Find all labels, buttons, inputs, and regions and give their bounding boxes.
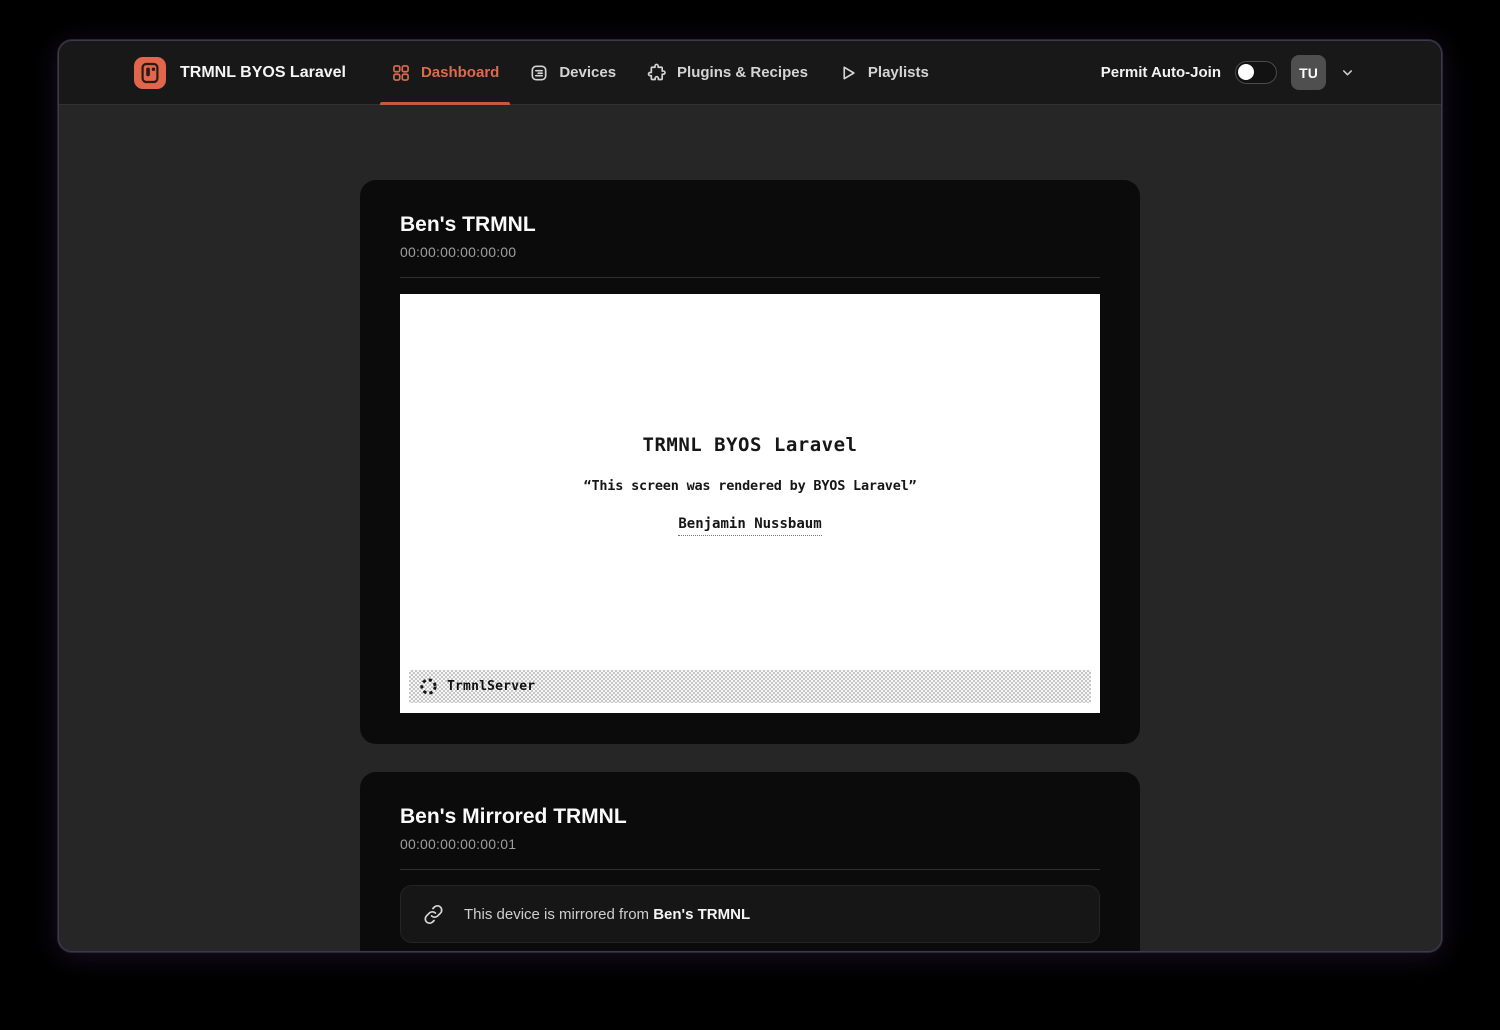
screen-status-bar: TrmnlServer [409, 670, 1091, 703]
device-card-bens-mirrored-trmnl: Ben's Mirrored TRMNL 00:00:00:00:00:01 T… [360, 772, 1140, 952]
nav-item-playlists[interactable]: Playlists [823, 41, 944, 105]
dashboard-content: Ben's TRMNL 00:00:00:00:00:00 TRMNL BYOS… [59, 105, 1441, 952]
top-navbar: TRMNL BYOS Laravel Dashboard [59, 41, 1441, 105]
screen-status-label: TrmnlServer [447, 679, 535, 694]
mirror-source-name: Ben's TRMNL [653, 906, 750, 923]
dashboard-grid-icon [391, 63, 411, 83]
device-screen-preview: TRMNL BYOS Laravel “This screen was rend… [400, 294, 1100, 713]
screen-title: TRMNL BYOS Laravel [400, 434, 1100, 456]
device-name: Ben's TRMNL [400, 213, 1100, 237]
mirror-notice: This device is mirrored from Ben's TRMNL [400, 885, 1100, 943]
device-mac-address: 00:00:00:00:00:01 [400, 836, 1100, 852]
app-logo-icon [134, 57, 166, 89]
app-title: TRMNL BYOS Laravel [180, 64, 346, 82]
avatar-initials: TU [1299, 65, 1318, 81]
nav-item-label: Plugins & Recipes [677, 64, 808, 81]
device-name: Ben's Mirrored TRMNL [400, 805, 1100, 829]
puzzle-piece-icon [646, 62, 667, 83]
user-avatar[interactable]: TU [1291, 55, 1326, 90]
nav-item-devices[interactable]: Devices [514, 41, 631, 105]
desktop-background: TRMNL BYOS Laravel Dashboard [0, 0, 1500, 1030]
toggle-knob [1238, 64, 1254, 80]
permit-auto-join-toggle[interactable] [1235, 61, 1277, 84]
chevron-down-icon[interactable] [1340, 65, 1355, 80]
link-icon [422, 903, 445, 926]
app-window: TRMNL BYOS Laravel Dashboard [58, 40, 1442, 952]
nav-item-plugins-recipes[interactable]: Plugins & Recipes [631, 41, 823, 105]
screen-author-row: Benjamin Nussbaum [400, 513, 1100, 536]
screen-author: Benjamin Nussbaum [678, 516, 821, 536]
permit-auto-join-label: Permit Auto-Join [1101, 64, 1221, 81]
screen-quote: “This screen was rendered by BYOS Larave… [400, 478, 1100, 494]
nav-item-label: Devices [559, 64, 616, 81]
nav-item-dashboard[interactable]: Dashboard [376, 41, 514, 105]
mirror-notice-prefix: This device is mirrored from [464, 906, 653, 923]
main-nav: Dashboard Devices [376, 41, 944, 105]
devices-list-icon [529, 63, 549, 83]
mirror-notice-text: This device is mirrored from Ben's TRMNL [464, 906, 750, 923]
card-divider [400, 277, 1100, 278]
brand[interactable]: TRMNL BYOS Laravel [134, 57, 346, 89]
play-icon [838, 63, 858, 83]
nav-item-label: Playlists [868, 64, 929, 81]
device-mac-address: 00:00:00:00:00:00 [400, 244, 1100, 260]
navbar-right-cluster: Permit Auto-Join TU [1101, 55, 1355, 90]
nav-item-label: Dashboard [421, 64, 499, 81]
card-divider [400, 869, 1100, 870]
device-card-bens-trmnl: Ben's TRMNL 00:00:00:00:00:00 TRMNL BYOS… [360, 180, 1140, 744]
spinner-icon [419, 677, 438, 696]
